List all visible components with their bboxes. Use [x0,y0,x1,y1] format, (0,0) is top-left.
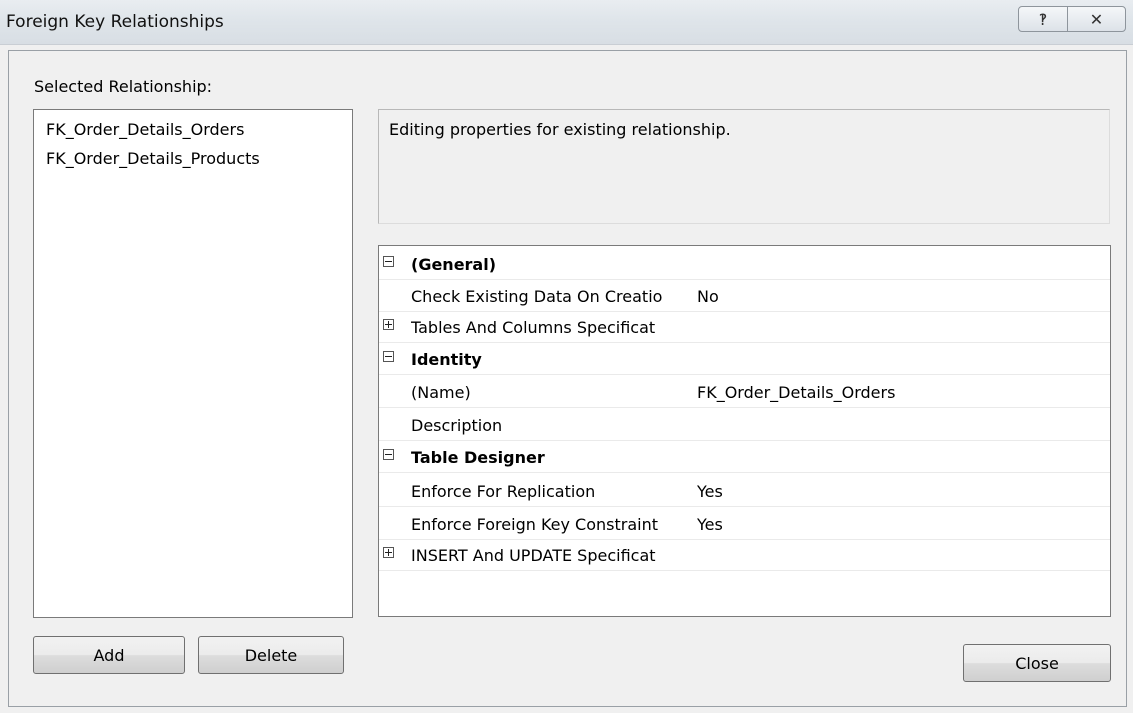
property-value[interactable]: No [697,287,719,306]
close-icon: ✕ [1089,9,1104,29]
close-button[interactable]: Close [963,644,1111,682]
list-item[interactable]: FK_Order_Details_Orders [46,120,244,139]
property-row[interactable]: Description [379,409,1110,441]
description-text: Editing properties for existing relation… [389,120,731,139]
expand-icon[interactable] [383,319,394,330]
category-row-identity[interactable]: Identity [379,343,1110,375]
title-bar: Foreign Key Relationships ‽ ✕ [0,0,1133,45]
selected-relationship-label: Selected Relationship: [34,77,213,96]
category-label: Table Designer [411,448,545,467]
help-icon: ‽ [1038,9,1048,29]
collapse-icon[interactable] [383,449,394,460]
list-item[interactable]: FK_Order_Details_Products [46,149,260,168]
property-name: Description [411,416,503,435]
help-button[interactable]: ‽ [1018,6,1068,32]
property-value[interactable]: FK_Order_Details_Orders [697,383,895,402]
close-window-button[interactable]: ✕ [1067,6,1126,32]
expand-icon[interactable] [383,547,394,558]
property-row[interactable]: Enforce Foreign Key Constraint Yes [379,508,1110,540]
property-row[interactable]: (Name) FK_Order_Details_Orders [379,376,1110,408]
property-row[interactable]: Enforce For Replication Yes [379,475,1110,507]
category-label: (General) [411,255,497,274]
property-name: Tables And Columns Specificat [411,318,656,337]
relationship-list[interactable]: FK_Order_Details_Orders FK_Order_Details… [33,109,353,618]
window-title: Foreign Key Relationships [6,12,224,32]
add-button[interactable]: Add [33,636,185,674]
property-name: INSERT And UPDATE Specificat [411,546,656,565]
category-row-table-designer[interactable]: Table Designer [379,441,1110,473]
property-row[interactable]: Tables And Columns Specificat [379,311,1110,343]
property-name: (Name) [411,383,471,402]
property-value[interactable]: Yes [697,515,723,534]
property-name: Check Existing Data On Creatio [411,287,663,306]
property-row[interactable]: Check Existing Data On Creatio No [379,280,1110,312]
category-row-general[interactable]: (General) [379,248,1110,280]
category-label: Identity [411,350,482,369]
property-value[interactable]: Yes [697,482,723,501]
property-name: Enforce Foreign Key Constraint [411,515,658,534]
property-name: Enforce For Replication [411,482,596,501]
description-panel: Editing properties for existing relation… [378,109,1110,224]
property-row[interactable]: INSERT And UPDATE Specificat [379,539,1110,571]
collapse-icon[interactable] [383,351,394,362]
delete-button[interactable]: Delete [198,636,344,674]
property-grid[interactable]: (General) Check Existing Data On Creatio… [378,245,1111,617]
collapse-icon[interactable] [383,256,394,267]
